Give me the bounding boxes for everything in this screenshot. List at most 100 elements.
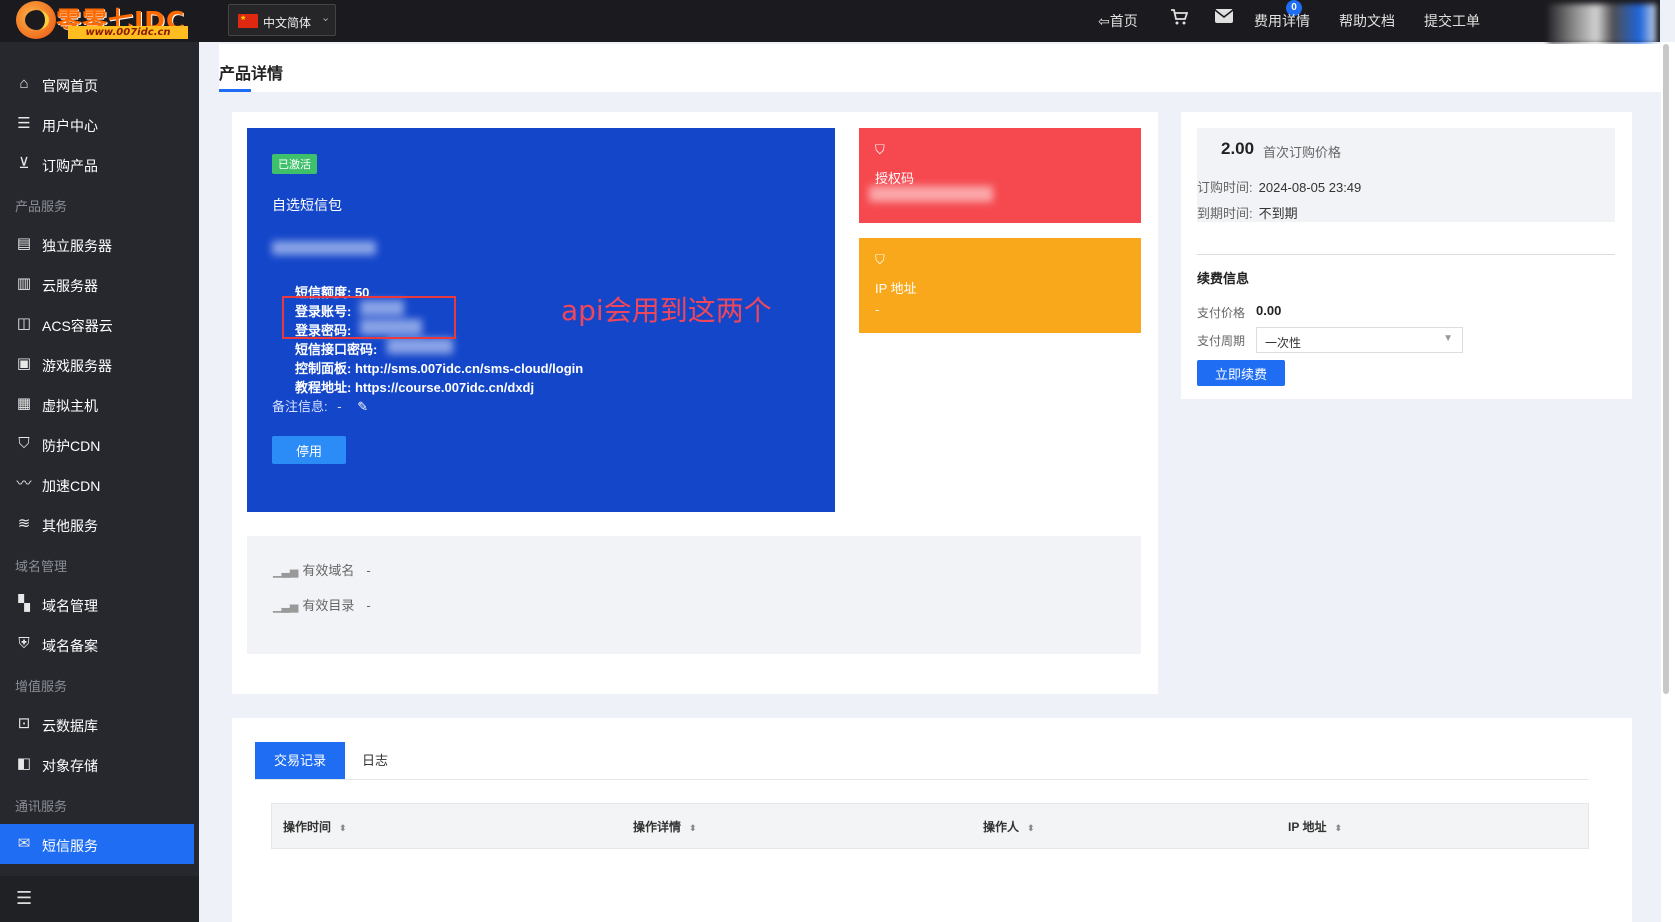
annotation-highlight-box [282, 296, 456, 339]
api-password-label: 短信接口密码: [295, 342, 378, 357]
sidebar-item-label: 用户中心 [42, 118, 98, 134]
sidebar-item-domain[interactable]: ▚ 域名管理 [0, 584, 199, 624]
tutorial-link[interactable]: 教程地址: https://course.007idc.cn/dxdj [295, 377, 534, 396]
database-icon: ⊡ [17, 715, 31, 732]
sidebar-item-acs[interactable]: ◫ ACS容器云 [0, 304, 199, 344]
sidebar: ⌂ 官网首页 ☰ 用户中心 ⊻ 订购产品 产品服务 ▤ 独立服务器 ▥ 云服务器… [0, 42, 199, 922]
divider [1197, 254, 1615, 255]
sidebar-item-label: 订购产品 [42, 158, 98, 174]
sidebar-collapse-button[interactable]: ☰ [0, 876, 199, 922]
renew-title: 续费信息 [1197, 271, 1250, 286]
nav-ticket-link[interactable]: 提交工单 [1424, 11, 1484, 31]
pay-period-value: 一次性 [1265, 336, 1302, 350]
sidebar-item-database[interactable]: ⊡ 云数据库 [0, 704, 199, 744]
sidebar-item-virtual-host[interactable]: ▦ 虚拟主机 [0, 384, 199, 424]
column-label: IP 地址 [1288, 820, 1327, 834]
sidebar-item-label: 加速CDN [42, 478, 101, 494]
chevron-down-icon: ⌄ [321, 12, 331, 24]
tab-transactions[interactable]: 交易记录 [255, 742, 345, 779]
pay-price-value: 0.00 [1256, 303, 1282, 318]
top-bar: 零零七IDC www.007idc.cn ★ 中文简体 ⌄ ⇦首页 0 费用详情… [0, 0, 1660, 44]
game-server-icon: ▣ [16, 355, 32, 372]
status-badge: 已激活 [272, 154, 317, 174]
home-icon: ⌂ [19, 75, 29, 92]
sidebar-group-comm: 通讯服务 [15, 799, 68, 814]
sidebar-item-dedicated[interactable]: ▤ 独立服务器 [0, 224, 199, 264]
mail-icon: ✉ [17, 835, 31, 852]
stop-button[interactable]: 停用 [272, 436, 346, 464]
sidebar-item-label: ACS容器云 [42, 318, 113, 334]
control-panel-link[interactable]: 控制面板: http://sms.007idc.cn/sms-cloud/log… [295, 358, 583, 377]
cart-icon: ⊻ [18, 155, 30, 172]
sidebar-item-other[interactable]: ≋ 其他服务 [0, 504, 199, 544]
nav-home-link[interactable]: ⇦首页 [1098, 11, 1138, 31]
sidebar-item-game-server[interactable]: ▣ 游戏服务器 [0, 344, 199, 384]
annotation-text: api会用到这两个 [561, 294, 772, 327]
sidebar-item-label: 其他服务 [42, 518, 98, 534]
pay-price-label: 支付价格 [1197, 306, 1246, 320]
sidebar-item-user-center[interactable]: ☰ 用户中心 [0, 104, 199, 144]
bar-chart-icon: ▁▃▅ [273, 601, 299, 613]
user-avatar[interactable] [1548, 4, 1656, 44]
valid-domain-value: - [366, 563, 371, 578]
nav-help-link[interactable]: 帮助文档 [1339, 11, 1395, 31]
sidebar-item-cloud-server[interactable]: ▥ 云服务器 [0, 264, 199, 304]
logo-url: www.007idc.cn [68, 26, 188, 39]
valid-domain-row: ▁▃▅ 有效域名 - [273, 560, 371, 579]
grid-icon: ▚ [18, 595, 30, 612]
server-icon: ▤ [16, 235, 32, 252]
nav-fee-link[interactable]: 费用详情 [1254, 11, 1310, 31]
valid-dir-label: 有效目录 [302, 598, 355, 613]
check-shield-icon: ⛨ [18, 635, 30, 652]
caret-down-icon: ▼ [1443, 333, 1453, 344]
language-select[interactable]: ★ 中文简体 ⌄ [228, 4, 336, 36]
column-operate-detail[interactable]: 操作详情 ⬍ [633, 818, 697, 835]
column-label: 操作人 [983, 820, 1020, 834]
title-underline [219, 89, 251, 92]
remark-label: 备注信息: [272, 399, 328, 414]
sidebar-item-label: 独立服务器 [42, 238, 112, 254]
domain-info-box: ▁▃▅ 有效域名 - ▁▃▅ 有效目录 - [247, 536, 1141, 654]
sidebar-item-icp[interactable]: ⛨ 域名备案 [0, 624, 199, 664]
column-operate-time[interactable]: 操作时间 ⬍ [283, 818, 347, 835]
back-arrow-icon: ⇦ [1098, 13, 1110, 29]
sidebar-item-home[interactable]: ⌂ 官网首页 [0, 64, 199, 104]
vertical-scrollbar[interactable] [1663, 44, 1669, 694]
column-operator[interactable]: 操作人 ⬍ [983, 818, 1035, 835]
remark-value: - [337, 399, 342, 414]
column-ip[interactable]: IP 地址 ⬍ [1288, 818, 1342, 835]
sidebar-item-protect-cdn[interactable]: ⛉ 防护CDN [0, 424, 199, 464]
price-box: 2.00 首次订购价格 订购时间: 2024-08-05 23:49 到期时间: 不… [1197, 128, 1615, 222]
sidebar-item-order[interactable]: ⊻ 订购产品 [0, 144, 199, 184]
column-label: 操作详情 [633, 820, 682, 834]
sidebar-item-label: 云数据库 [42, 718, 98, 734]
mail-icon[interactable] [1214, 8, 1236, 30]
page-header: 产品详情 [219, 44, 1661, 92]
ip-address-card: ⛉ IP 地址 - [859, 238, 1141, 333]
order-time-row: 订购时间: 2024-08-05 23:49 [1197, 177, 1361, 196]
expire-time-label: 到期时间: [1197, 206, 1253, 221]
sidebar-group-value-added: 增值服务 [15, 679, 68, 694]
sidebar-group-products: 产品服务 [15, 199, 68, 214]
edit-pencil-icon[interactable]: ✎ [357, 399, 368, 414]
valid-dir-row: ▁▃▅ 有效目录 - [273, 595, 371, 614]
order-time-value: 2024-08-05 23:49 [1258, 180, 1362, 195]
remark-row: 备注信息: - ✎ [272, 396, 368, 415]
ip-address-value: - [875, 302, 880, 317]
sidebar-item-speed-cdn[interactable]: 〰 加速CDN [0, 464, 199, 504]
product-name: 自选短信包 [272, 197, 342, 213]
renew-now-button[interactable]: 立即续费 [1197, 360, 1285, 386]
sidebar-item-storage[interactable]: ◧ 对象存储 [0, 744, 199, 784]
tab-logs[interactable]: 日志 [362, 742, 388, 779]
logo-mark-icon [16, 1, 56, 39]
sidebar-item-label: 虚拟主机 [42, 398, 98, 414]
pay-period-select[interactable]: 一次性 ▼ [1256, 327, 1463, 353]
sidebar-item-sms[interactable]: ✉ 短信服务 [0, 824, 194, 864]
first-price: 2.00 [1221, 139, 1255, 158]
sidebar-item-label: 游戏服务器 [42, 358, 112, 374]
shield-icon: ⛉ [18, 435, 30, 452]
redacted-auth-code [869, 186, 993, 202]
pay-period-label: 支付周期 [1197, 334, 1246, 348]
logo[interactable]: 零零七IDC www.007idc.cn [10, 0, 190, 40]
cart-icon[interactable] [1170, 8, 1192, 30]
